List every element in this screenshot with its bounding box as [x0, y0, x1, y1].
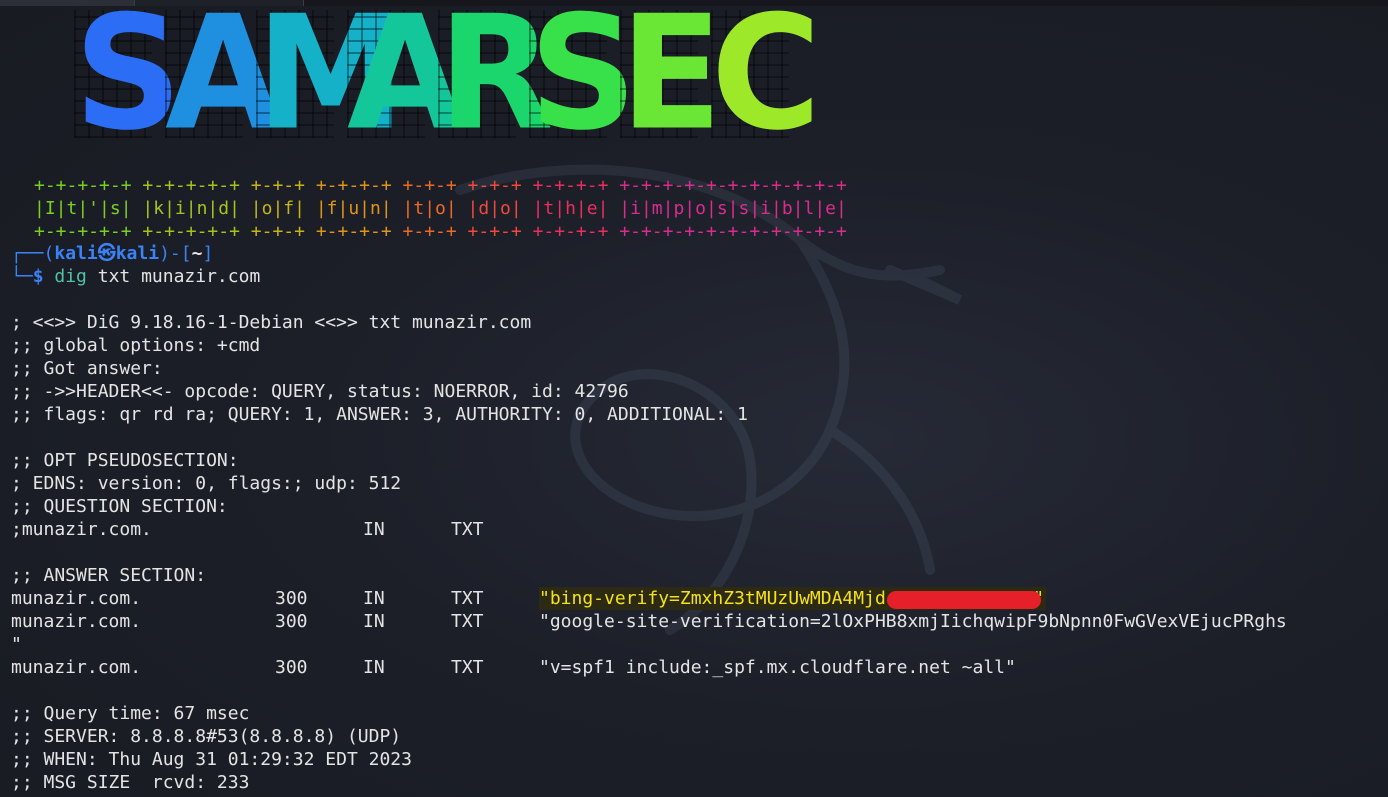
samarsec-banner: SAMARSEC: [74, 0, 822, 166]
prompt-symbol: ㉿: [97, 243, 116, 264]
banner-letter: S: [74, 0, 183, 166]
answer-class: IN: [363, 611, 385, 632]
motto-border-segment: +-+-+-+: [532, 221, 609, 242]
motto-word: |I|t|'|s|: [34, 198, 132, 219]
output-line: ;; OPT PSEUDOSECTION:: [11, 450, 239, 471]
banner-letter: A: [347, 0, 464, 166]
motto-border-segment: +-+-+-+-+: [142, 175, 240, 196]
answer-value: "google-site-verification=2lOxPHB8xmjIic…: [539, 611, 1287, 632]
banner-letter-text: E: [620, 0, 723, 166]
output-line: ;; MSG SIZE rcvd: 233: [11, 772, 250, 793]
banner-letter: C: [711, 0, 822, 166]
question-class: IN: [363, 519, 385, 540]
command-line[interactable]: └─$ dig txt munazir.com: [11, 265, 260, 288]
motto-word: |o|f|: [250, 198, 305, 219]
banner-letter-text: A: [347, 0, 464, 166]
output-line: ;; global options: +cmd: [11, 335, 261, 356]
command-name: dig: [54, 266, 87, 287]
motto-border-top: +-+-+-+-+ +-+-+-+-+ +-+-+ +-+-+-+ +-+-+ …: [34, 174, 847, 197]
motto-word: |f|u|n|: [315, 198, 392, 219]
output-line: ;; WHEN: Thu Aug 31 01:29:32 EDT 2023: [11, 749, 412, 770]
banner-letter-text: S: [529, 0, 638, 166]
command-args: txt munazir.com: [86, 266, 261, 287]
prompt-line-top: ┌──(kali㉿kali)-[~]: [11, 243, 214, 264]
banner-letter-text: A: [165, 0, 282, 166]
answer-type: TXT: [451, 657, 484, 678]
motto-word: |d|o|: [467, 198, 522, 219]
motto-border-segment: +-+-+-+: [315, 221, 392, 242]
redaction-mark: [887, 591, 1041, 609]
answer-value: "v=spf1 include:_spf.mx.cloudflare.net ~…: [539, 657, 1016, 678]
output-line: ;; Got answer:: [11, 358, 163, 379]
banner-letter: E: [620, 0, 723, 166]
banner-letter-text: S: [74, 0, 183, 166]
motto-border-segment: +-+-+-+-+-+-+-+-+-+-+: [619, 221, 847, 242]
banner-letter-text: R: [438, 0, 554, 166]
output-line: ;; ->>HEADER<<- opcode: QUERY, status: N…: [11, 381, 629, 402]
output-line: ; EDNS: version: 0, flags:; udp: 512: [11, 473, 402, 494]
question-type: TXT: [451, 519, 484, 540]
motto-border-segment: +-+-+: [467, 221, 522, 242]
answer-name: munazir.com.: [11, 611, 142, 632]
motto-word: |i|m|p|o|s|s|i|b|l|e|: [619, 198, 847, 219]
motto-word: |t|h|e|: [532, 198, 609, 219]
answer-name: munazir.com.: [11, 588, 142, 609]
output-line: ;; Query time: 67 msec: [11, 703, 250, 724]
terminal-window[interactable]: SAMARSEC +-+-+-+-+ +-+-+-+-+ +-+-+ +-+-+…: [0, 0, 1388, 797]
motto-border-segment: +-+-+: [467, 175, 522, 196]
motto-border-segment: +-+-+: [402, 175, 457, 196]
banner-letter: A: [165, 0, 282, 166]
banner-letter: S: [529, 0, 638, 166]
answer-ttl: 300: [275, 657, 308, 678]
question-name: ;munazir.com.: [11, 519, 152, 540]
motto-words: |I|t|'|s| |k|i|n|d| |o|f| |f|u|n| |t|o| …: [34, 197, 847, 220]
output-line: ;; flags: qr rd ra; QUERY: 1, ANSWER: 3,…: [11, 404, 748, 425]
motto-word: |t|o|: [402, 198, 457, 219]
motto-border-segment: +-+-+-+-+: [34, 175, 132, 196]
motto-word: |k|i|n|d|: [142, 198, 240, 219]
prompt-dir: ~: [191, 243, 203, 264]
answer-section-title: ;; ANSWER SECTION:: [11, 565, 207, 586]
motto-border-segment: +-+-+: [250, 175, 305, 196]
motto-border-segment: +-+-+: [250, 221, 305, 242]
motto-border-bottom: +-+-+-+-+ +-+-+-+-+ +-+-+ +-+-+-+ +-+-+ …: [34, 220, 847, 243]
answer-class: IN: [363, 588, 385, 609]
output-line: ;; SERVER: 8.8.8.8#53(8.8.8.8) (UDP): [11, 726, 402, 747]
motto-border-segment: +-+-+-+-+-+-+-+-+-+-+: [619, 175, 847, 196]
motto-border-segment: +-+-+-+: [532, 175, 609, 196]
answer-ttl: 300: [275, 588, 308, 609]
banner-letter-text: C: [711, 0, 822, 166]
banner-letter: M: [256, 0, 406, 166]
answer-class: IN: [363, 657, 385, 678]
banner-letter-text: M: [256, 0, 406, 166]
answer-value-wrap: ": [11, 634, 22, 655]
motto-border-segment: +-+-+: [402, 221, 457, 242]
output-line: ;; QUESTION SECTION:: [11, 496, 228, 517]
answer-type: TXT: [451, 611, 484, 632]
motto-border-segment: +-+-+-+-+: [142, 221, 240, 242]
prompt-host: kali: [115, 243, 160, 264]
motto-border-segment: +-+-+-+: [315, 175, 392, 196]
answer-ttl: 300: [275, 611, 308, 632]
banner-letter: R: [438, 0, 554, 166]
motto-border-segment: +-+-+-+-+: [34, 221, 132, 242]
answer-type: TXT: [451, 588, 484, 609]
prompt-dollar: $: [32, 266, 44, 287]
prompt-user: kali: [54, 243, 98, 264]
answer-name: munazir.com.: [11, 657, 142, 678]
output-line: ; <<>> DiG 9.18.16-1-Debian <<>> txt mun…: [11, 312, 532, 333]
